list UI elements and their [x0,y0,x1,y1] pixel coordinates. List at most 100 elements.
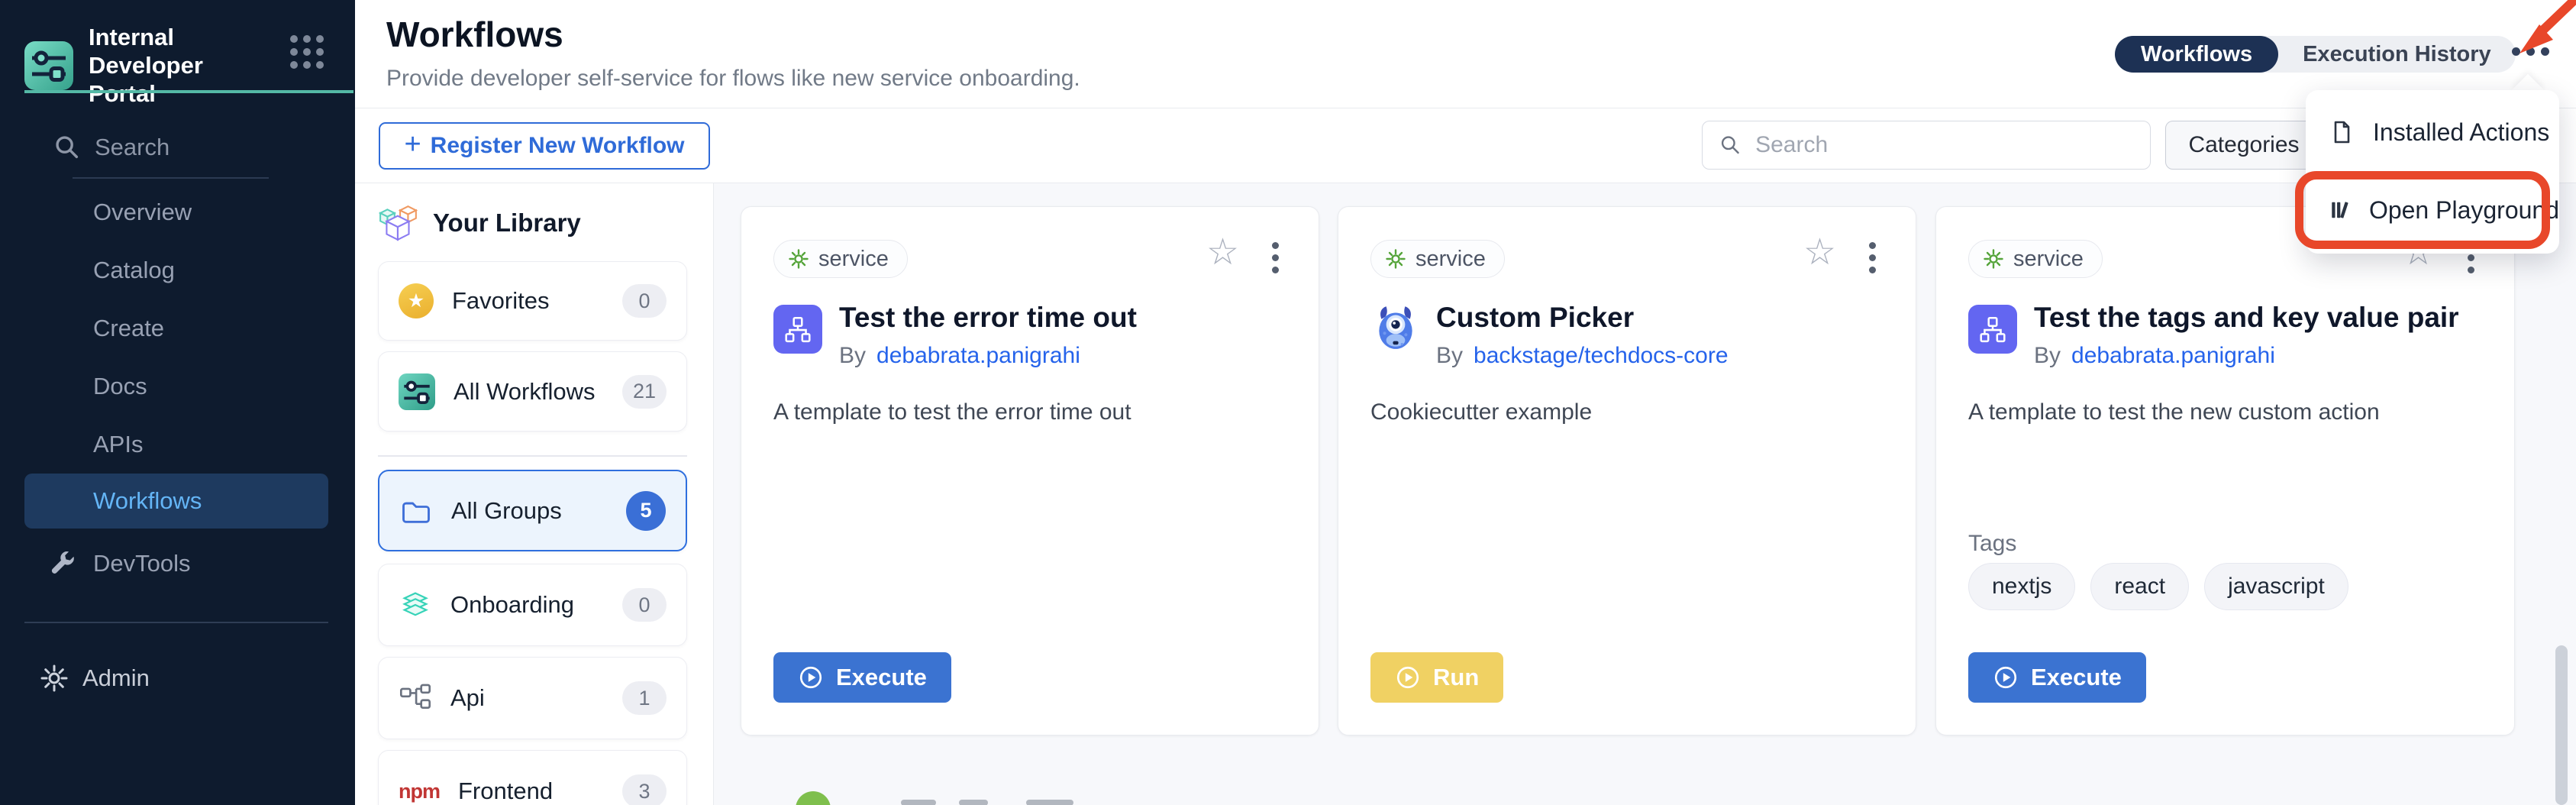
folder-icon [399,496,433,526]
npm-icon: npm [399,780,440,803]
menu-item-label: Installed Actions [2373,118,2549,147]
action-label: Execute [2031,664,2122,691]
sidebar: Internal Developer Portal Search Overvie… [0,0,355,805]
search-icon [53,134,81,161]
kind-chip: service [773,240,908,278]
library-item-onboarding[interactable]: Onboarding 0 [378,564,687,646]
workflow-card: service ☆ Test the error time out By deb… [741,206,1319,735]
apps-grid-icon[interactable] [290,35,324,69]
kind-chip: service [1370,240,1505,278]
toggle-workflows[interactable]: Workflows [2115,36,2278,73]
library-item-favorites[interactable]: ★ Favorites 0 [378,261,687,341]
sidebar-item-overview[interactable]: Overview [0,183,355,241]
chip-label: service [818,247,889,272]
clipped-text-fragment [1026,800,1073,805]
search-icon [1719,133,1742,157]
more-actions-menu: Installed Actions Open Playground [2306,90,2559,254]
play-icon [798,664,824,690]
library-item-api[interactable]: Api 1 [378,657,687,739]
register-label: Register New Workflow [431,133,685,159]
clipped-text-fragment [901,800,936,805]
register-new-workflow-button[interactable]: + Register New Workflow [379,122,710,170]
wrench-icon [49,550,76,577]
owner-link[interactable]: backstage/techdocs-core [1474,343,1729,369]
document-icon [2329,119,2355,145]
next-section-icon [796,791,831,805]
owner-link[interactable]: debabrata.panigrahi [876,343,1080,369]
run-button[interactable]: Run [1370,652,1503,703]
play-icon [1395,664,1421,690]
library-item-label: Favorites [452,287,549,315]
sidebar-search[interactable]: Search [0,128,169,166]
sidebar-item-apis[interactable]: APIs [0,415,355,474]
service-gear-icon [1385,248,1406,270]
gear-icon [40,664,69,693]
more-actions-button[interactable] [2512,47,2549,56]
library-item-label: Frontend [458,778,553,805]
library-books-icon [2329,197,2351,223]
card-title: Test the error time out [839,302,1137,334]
cubes-icon [378,203,419,243]
execute-button[interactable]: Execute [1968,652,2146,703]
view-toggle: Workflows Execution History [2115,36,2516,73]
card-menu-button[interactable] [1272,242,1279,273]
card-description: A template to test the error time out [773,399,1131,425]
count-badge: 3 [622,774,667,805]
by-label: By [1436,343,1463,369]
workflows-icon [399,373,435,410]
card-byline: By debabrata.panigrahi [2034,343,2275,369]
card-title: Test the tags and key value pair [2034,302,2459,334]
workflow-tile-icon [1968,305,2017,354]
card-title: Custom Picker [1436,302,1634,334]
library-item-label: Api [450,684,485,712]
card-byline: By backstage/techdocs-core [1436,343,1729,369]
sidebar-item-catalog[interactable]: Catalog [0,241,355,299]
sidebar-search-label: Search [95,134,169,161]
sidebar-item-admin[interactable]: Admin [0,649,355,707]
sidebar-item-label: Admin [82,664,150,692]
menu-item-open-playground[interactable]: Open Playground [2306,186,2559,234]
action-label: Execute [836,664,927,691]
tags-label: Tags [1968,531,2016,557]
search-input[interactable] [1754,131,2133,159]
library-item-all-workflows[interactable]: All Workflows 21 [378,351,687,432]
tag-pill: javascript [2204,563,2348,610]
count-badge: 21 [622,375,667,409]
favorites-star-icon: ★ [399,283,434,318]
chip-label: service [1416,247,1486,272]
library-item-label: All Groups [451,497,562,525]
chip-label: service [2013,247,2084,272]
library-title: Your Library [433,209,581,238]
service-gear-icon [1983,248,2004,270]
sidebar-item-devtools[interactable]: DevTools [0,535,355,593]
tag-pill: nextjs [1968,563,2075,610]
card-menu-button[interactable] [1869,242,1876,273]
plus-icon: + [404,128,421,161]
sidebar-item-docs[interactable]: Docs [0,357,355,415]
library-item-all-groups[interactable]: All Groups 5 [378,470,687,551]
count-badge: 0 [622,284,667,318]
library-item-frontend[interactable]: npm Frontend 3 [378,750,687,805]
favorite-star-button[interactable]: ☆ [1803,234,1836,271]
app-logo-icon [24,41,73,90]
toggle-execution-history[interactable]: Execution History [2278,36,2516,73]
card-byline: By debabrata.panigrahi [839,343,1080,369]
library-panel: Your Library ★ Favorites 0 All Workflows… [355,183,714,805]
owner-link[interactable]: debabrata.panigrahi [2071,343,2275,369]
action-label: Run [1433,664,1479,691]
layers-icon [399,588,432,622]
sidebar-item-workflows[interactable]: Workflows [24,474,328,529]
scrollbar-thumb[interactable] [2555,645,2568,805]
favorite-star-button[interactable]: ☆ [1206,234,1239,271]
sidebar-item-create[interactable]: Create [0,299,355,357]
by-label: By [2034,343,2061,369]
menu-item-installed-actions[interactable]: Installed Actions [2306,108,2559,156]
app-root: Internal Developer Portal Search Overvie… [0,0,2576,805]
service-gear-icon [788,248,809,270]
card-description: A template to test the new custom action [1968,399,2380,425]
library-header: Your Library [378,203,581,243]
categories-dropdown[interactable]: Categories [2165,121,2323,170]
monster-avatar-icon [1370,302,1421,352]
execute-button[interactable]: Execute [773,652,951,703]
brand-divider [24,90,353,93]
